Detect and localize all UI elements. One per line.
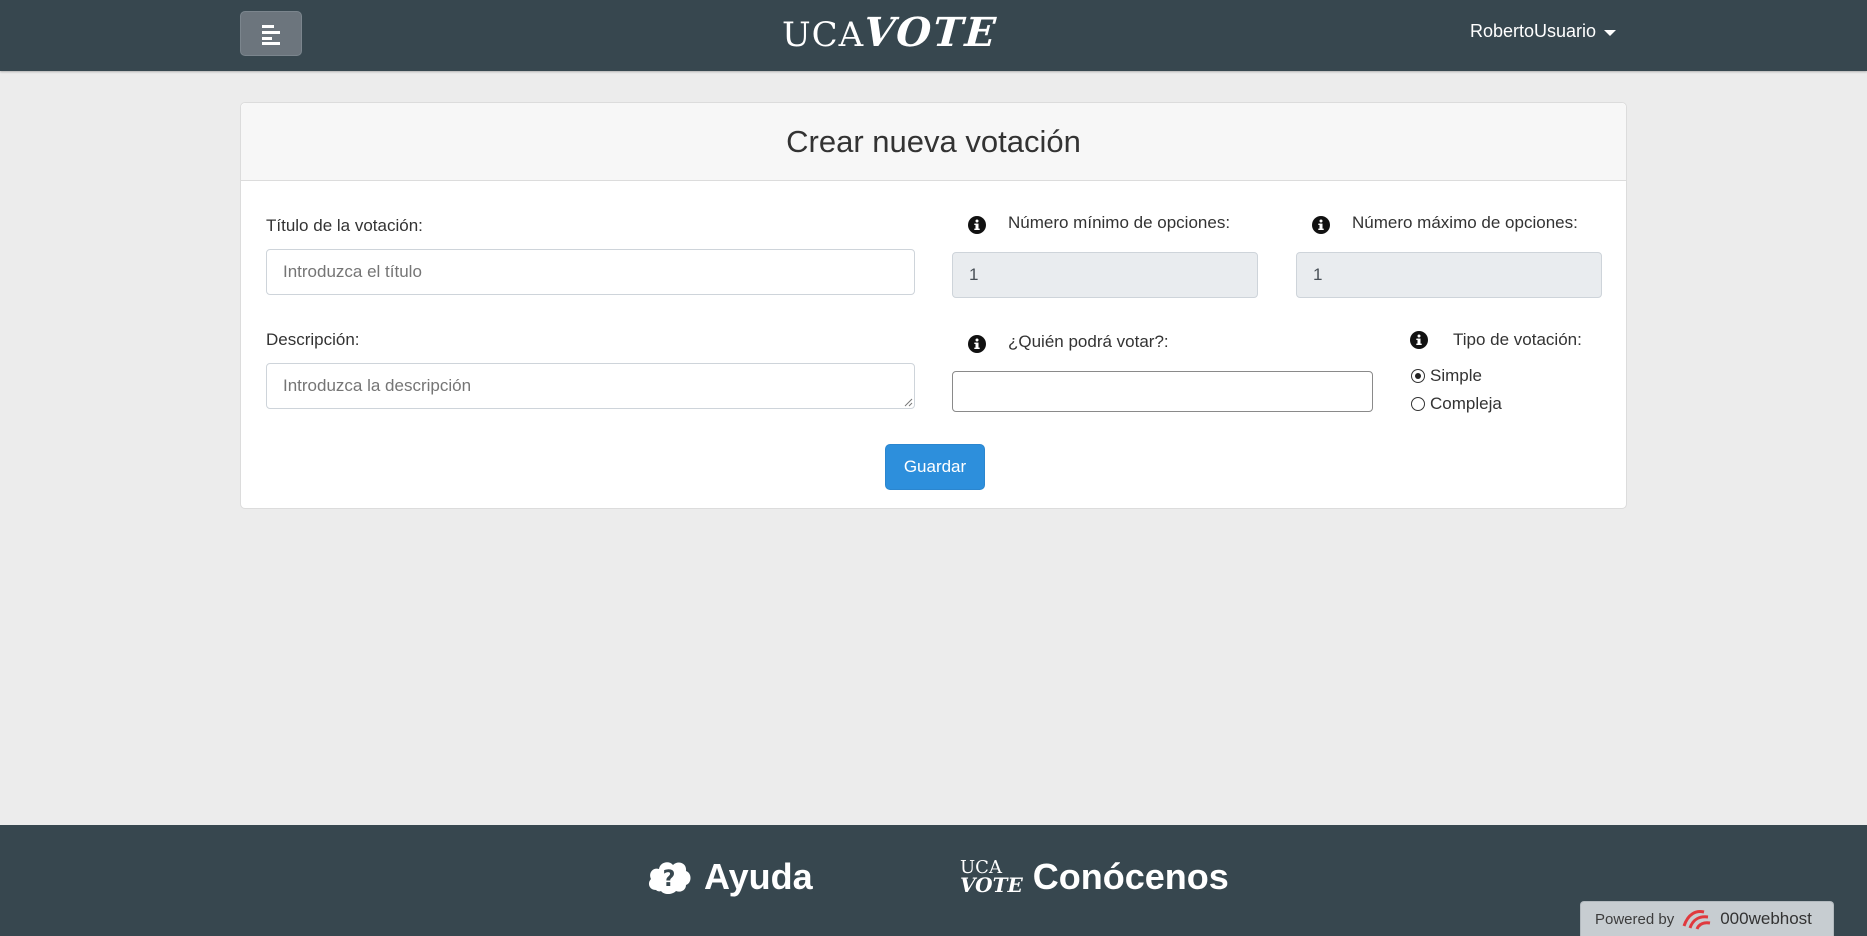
webhost-logo-icon — [1682, 910, 1711, 930]
page-title: Crear nueva votación — [786, 123, 1081, 159]
title-input[interactable] — [266, 249, 915, 295]
radio-button-unchecked[interactable] — [1411, 397, 1425, 411]
help-link[interactable]: ? Ayuda — [646, 856, 813, 898]
save-button[interactable]: Guardar — [885, 444, 985, 490]
info-icon[interactable] — [1409, 330, 1429, 350]
card-header: Crear nueva votación — [241, 103, 1626, 181]
max-options-label: Número máximo de opciones: — [1352, 213, 1578, 232]
title-label: Título de la votación: — [266, 216, 423, 235]
ucavote-mini-logo: UCA VOTE — [960, 858, 1023, 898]
vote-type-simple-option[interactable]: Simple — [1411, 366, 1482, 386]
vote-type-label: Tipo de votación: — [1453, 330, 1582, 349]
username-label: RobertoUsuario — [1470, 21, 1597, 41]
powered-by-label: Powered by — [1595, 910, 1675, 928]
svg-text:?: ? — [663, 867, 676, 892]
user-menu-dropdown[interactable]: RobertoUsuario — [1470, 21, 1617, 42]
info-icon[interactable] — [1311, 215, 1331, 235]
resize-handle-icon[interactable] — [904, 398, 913, 407]
description-wrapper — [266, 363, 915, 409]
help-cloud-icon: ? — [648, 862, 691, 894]
help-link-label: Ayuda — [704, 856, 813, 897]
min-options-field[interactable] — [952, 252, 1258, 298]
powered-by-badge[interactable]: Powered by 000webhost — [1580, 901, 1834, 936]
menu-toggle-button[interactable] — [240, 11, 302, 56]
menu-icon — [262, 24, 280, 45]
description-label: Descripción: — [266, 330, 360, 349]
who-can-vote-input[interactable] — [952, 371, 1373, 412]
brand-logo-uca: UCA — [782, 15, 865, 55]
max-options-field[interactable] — [1296, 252, 1602, 298]
min-options-label: Número mínimo de opciones: — [1008, 213, 1231, 232]
mini-logo-vote: VOTE — [960, 873, 1023, 898]
top-navbar: UCA VOTE RobertoUsuario — [0, 0, 1867, 71]
who-can-vote-label: ¿Quién podrá votar?: — [1008, 332, 1169, 351]
radio-button-checked[interactable] — [1411, 369, 1425, 383]
about-link[interactable]: UCA VOTE Conócenos — [960, 856, 1229, 898]
description-textarea[interactable] — [266, 363, 915, 409]
create-vote-card: Crear nueva votación Título de la votaci… — [240, 102, 1627, 509]
brand-logo[interactable]: UCA VOTE — [782, 9, 1000, 59]
vote-type-simple-label: Simple — [1430, 366, 1482, 385]
vote-type-complex-option[interactable]: Compleja — [1411, 394, 1502, 414]
brand-logo-vote: VOTE — [862, 9, 1000, 56]
powered-by-brand: 000webhost — [1720, 909, 1812, 928]
about-link-label: Conócenos — [1032, 856, 1229, 897]
info-icon[interactable] — [967, 334, 987, 354]
vote-type-complex-label: Compleja — [1430, 394, 1502, 413]
info-icon[interactable] — [967, 215, 987, 235]
chevron-down-icon — [1604, 29, 1617, 36]
